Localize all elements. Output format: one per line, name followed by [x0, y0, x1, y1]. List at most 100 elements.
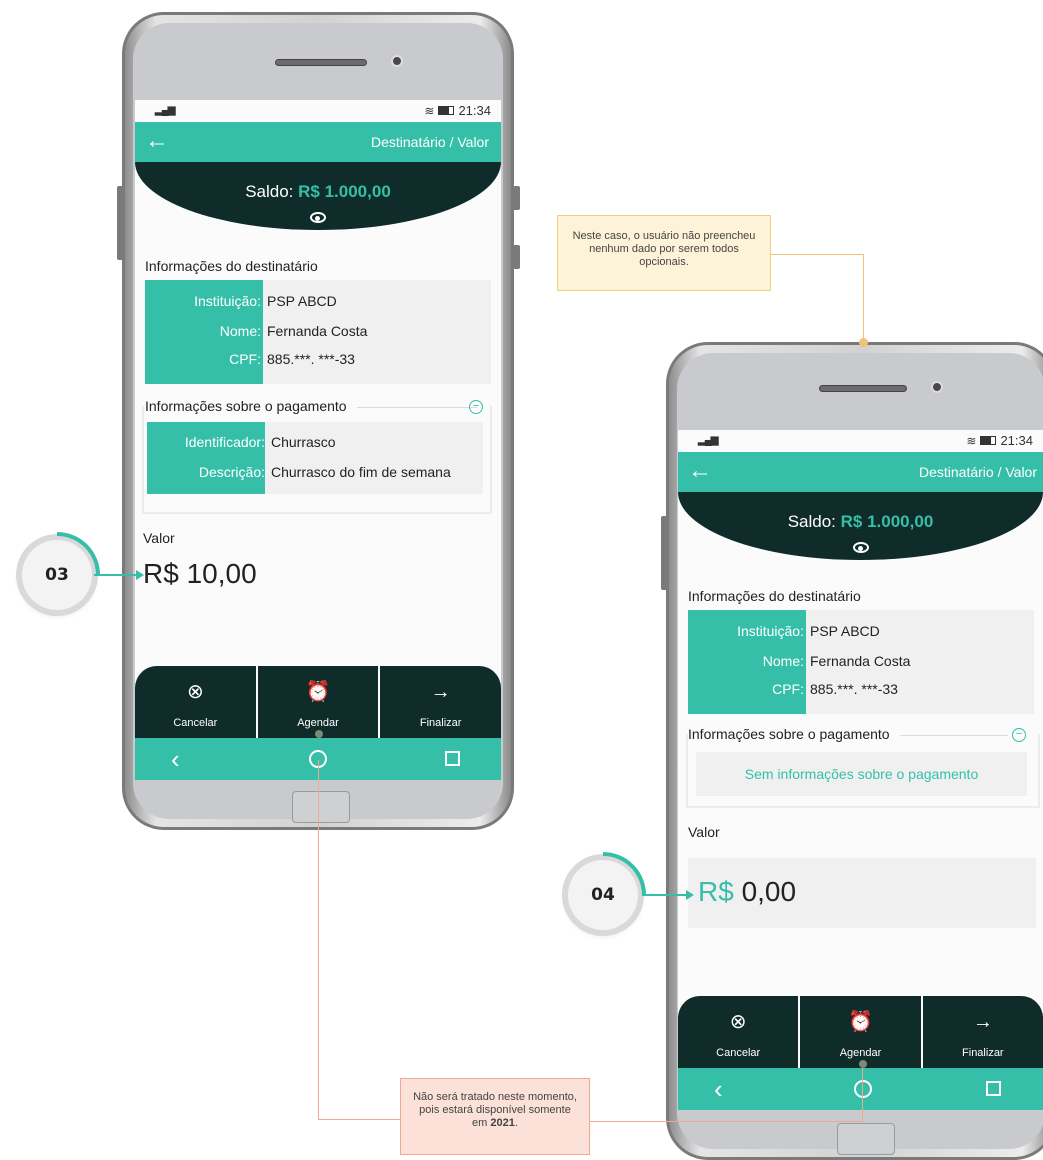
badge-pointer-line	[642, 894, 688, 896]
page-title: Destinatário / Valor	[918, 464, 1037, 480]
recipient-section-title: Informações do destinatário	[688, 588, 861, 604]
row-value: Fernanda Costa	[267, 323, 368, 339]
note-optional-fields: Neste caso, o usuário não preencheu nenh…	[557, 215, 771, 291]
recipient-row: Instituição: PSP ABCD	[145, 293, 491, 313]
row-value: Churrasco	[271, 434, 336, 450]
battery-icon	[438, 106, 455, 115]
volume-button	[661, 516, 668, 590]
signal-icon: ▂▄▆	[698, 435, 718, 446]
eye-icon[interactable]	[310, 212, 326, 223]
alarm-clock-icon: ⏰	[305, 681, 331, 703]
row-key: Nome:	[762, 653, 804, 669]
schedule-label: Agendar	[839, 1047, 882, 1059]
row-key: Descrição:	[198, 464, 265, 480]
phone-speaker	[275, 59, 367, 66]
amount-value: 0,00	[741, 876, 797, 907]
note-connector	[771, 254, 864, 255]
arrow-right-icon: →	[430, 681, 451, 703]
valor-amount[interactable]: R$ 10,00	[143, 558, 257, 590]
badge-pointer-head	[136, 570, 144, 580]
note-connector-dot	[859, 338, 868, 347]
balance-header: Saldo: R$ 1.000,00	[678, 492, 1043, 560]
app-bar: ← Destinatário / Valor	[135, 122, 501, 162]
badge-pointer-head	[686, 890, 694, 900]
row-value: PSP ABCD	[810, 623, 880, 639]
cancel-label: Cancelar	[173, 717, 218, 729]
payment-empty-card: Sem informações sobre o pagamento	[696, 752, 1027, 796]
row-key: CPF:	[229, 351, 261, 367]
note-year: 2021	[490, 1117, 515, 1129]
step-badge-04: 04	[568, 852, 646, 930]
note-tail: .	[514, 1117, 518, 1129]
schedule-label: Agendar	[297, 717, 339, 729]
page-title: Destinatário / Valor	[370, 134, 489, 150]
recipient-row: Nome: Fernanda Costa	[145, 323, 491, 343]
currency-symbol: R$	[698, 876, 734, 907]
finish-button[interactable]: → Finalizar	[380, 666, 501, 738]
row-value: Fernanda Costa	[810, 653, 911, 669]
recipient-row: CPF: 885.***. ***-33	[688, 681, 1034, 701]
phone-camera	[391, 55, 403, 67]
back-arrow-icon[interactable]: ←	[688, 458, 712, 484]
phone-camera	[931, 381, 943, 393]
balance-header: Saldo: R$ 1.000,00	[135, 162, 501, 230]
nav-home-icon[interactable]	[854, 1080, 872, 1098]
schedule-button[interactable]: ⏰ Agendar	[800, 996, 923, 1068]
step-badge-03: 03	[22, 532, 100, 610]
note-scheduling: Não será tratado neste momento, pois est…	[400, 1078, 590, 1155]
signal-icon: ▂▄▆	[155, 105, 175, 116]
cancel-label: Cancelar	[716, 1047, 761, 1059]
cancel-circle-icon: ⊗	[186, 681, 204, 703]
finish-label: Finalizar	[419, 717, 462, 729]
phone-screen-1: ▂▄▆ ≋ 21:34 ← Destinatário / Valor Saldo:…	[135, 100, 501, 780]
row-key: Instituição:	[737, 623, 804, 639]
payment-row: Identificador: Churrasco	[147, 434, 483, 454]
note-connector	[863, 254, 864, 342]
nav-back-icon[interactable]: ‹	[714, 1076, 723, 1102]
row-value: PSP ABCD	[267, 293, 337, 309]
balance-value: R$ 1.000,00	[298, 182, 391, 201]
recipient-card: Instituição: PSP ABCD Nome: Fernanda Cos…	[688, 610, 1034, 714]
action-bar: ⊗ Cancelar ⏰ Agendar → Finalizar	[678, 996, 1043, 1068]
row-key: Nome:	[219, 323, 261, 339]
recipient-row: Instituição: PSP ABCD	[688, 623, 1034, 643]
side-button	[513, 186, 520, 210]
phone-speaker	[819, 385, 907, 392]
balance-value: R$ 1.000,00	[840, 512, 934, 531]
valor-box[interactable]: R$ 0,00	[688, 858, 1036, 928]
valor-label: Valor	[688, 824, 720, 840]
note-connector	[318, 760, 319, 1120]
amount-value: 10,00	[186, 558, 257, 589]
cancel-circle-icon: ⊗	[729, 1011, 747, 1033]
balance-label: Saldo:	[245, 182, 294, 201]
balance-text: Saldo: R$ 1.000,00	[135, 182, 501, 202]
battery-icon	[980, 436, 997, 445]
side-button	[513, 245, 520, 269]
badge-number: 03	[45, 565, 69, 585]
note-connector	[590, 1121, 862, 1122]
wifi-icon: ≋	[966, 433, 977, 448]
phone-screen-2: ▂▄▆ ≋ 21:34 ← Destinatário / Valor Saldo:…	[678, 430, 1043, 1110]
nav-recent-icon[interactable]	[986, 1081, 1001, 1096]
annotation-dot	[859, 1060, 867, 1068]
nav-recent-icon[interactable]	[445, 751, 460, 766]
arrow-right-icon: →	[972, 1011, 993, 1033]
cancel-button[interactable]: ⊗ Cancelar	[135, 666, 258, 738]
schedule-button[interactable]: ⏰ Agendar	[258, 666, 381, 738]
status-bar: ▂▄▆ ≋ 21:34	[135, 100, 501, 122]
payment-card: Identificador: Churrasco Descrição: Chur…	[147, 422, 483, 494]
eye-icon[interactable]	[852, 542, 869, 553]
cancel-button[interactable]: ⊗ Cancelar	[678, 996, 801, 1068]
back-arrow-icon[interactable]: ←	[145, 128, 169, 154]
annotation-dot	[315, 730, 323, 738]
note-connector	[862, 1068, 863, 1122]
nav-back-icon[interactable]: ‹	[171, 746, 180, 772]
alarm-clock-icon: ⏰	[848, 1011, 873, 1033]
payment-empty-text: Sem informações sobre o pagamento	[744, 766, 979, 782]
recipient-card: Instituição: PSP ABCD Nome: Fernanda Cos…	[145, 280, 491, 384]
row-key: Instituição:	[194, 293, 261, 309]
finish-button[interactable]: → Finalizar	[923, 996, 1043, 1068]
row-key: Identificador:	[184, 434, 265, 450]
badge-pointer-line	[94, 574, 138, 576]
finish-label: Finalizar	[962, 1047, 1004, 1059]
